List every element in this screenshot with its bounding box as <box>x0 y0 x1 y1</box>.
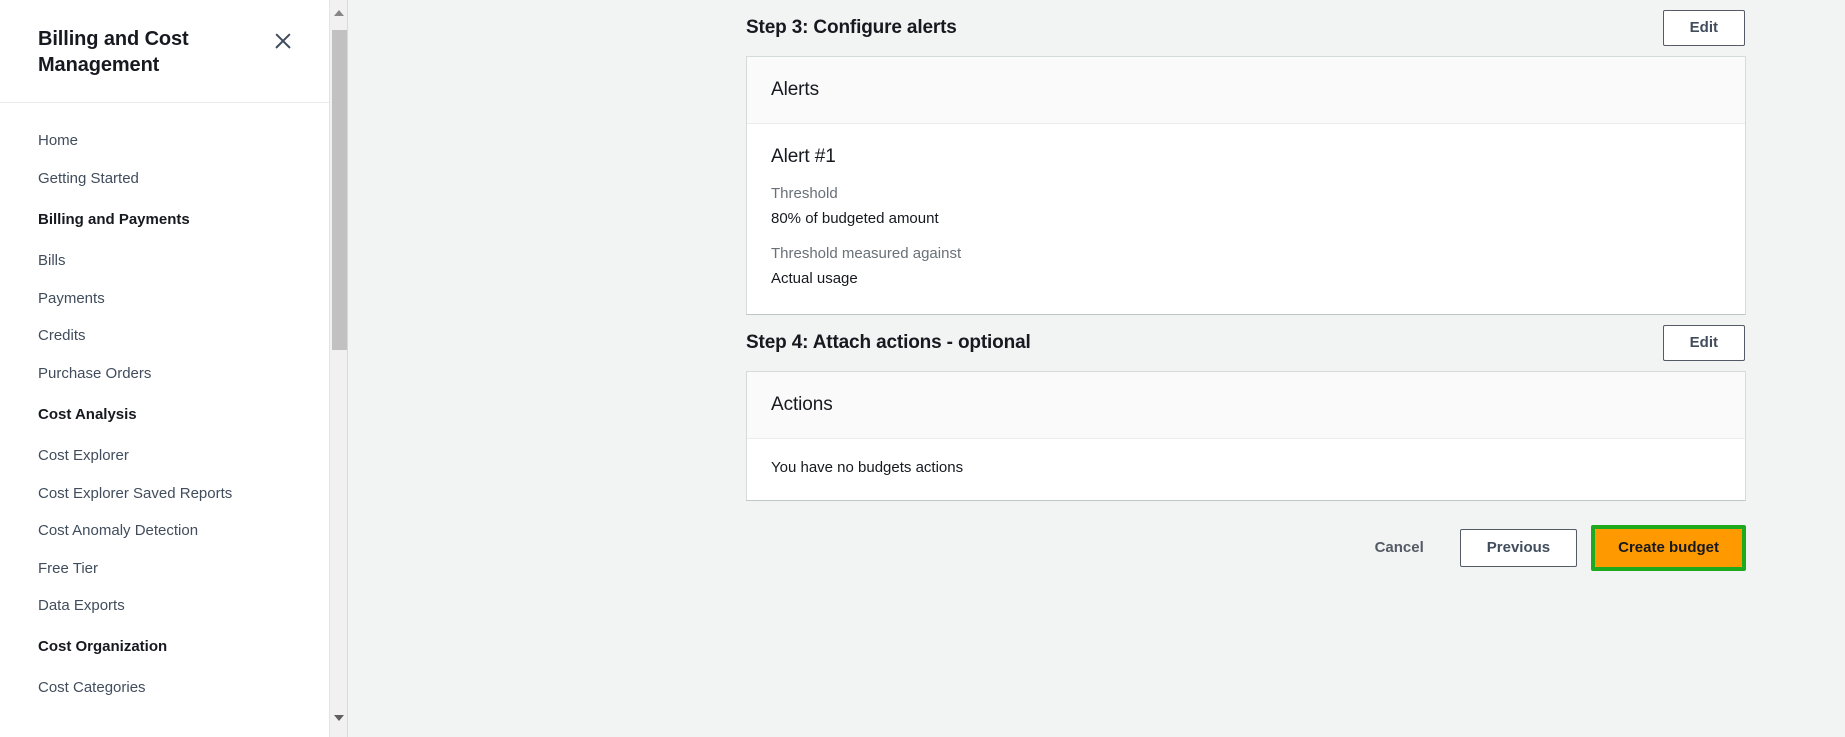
actions-card-title: Actions <box>771 394 833 415</box>
sidebar-item-cost-explorer[interactable]: Cost Explorer <box>0 438 330 476</box>
sidebar-item-home[interactable]: Home <box>0 123 330 161</box>
create-budget-highlight: Create budget <box>1591 525 1746 571</box>
cancel-button[interactable]: Cancel <box>1353 530 1446 566</box>
chevron-down-icon[interactable] <box>330 709 348 727</box>
step-3-title: Step 3: Configure alerts <box>746 17 957 38</box>
sidebar-item-cost-categories[interactable]: Cost Categories <box>0 670 330 708</box>
alerts-card: Alerts Alert #1 Threshold 80% of budgete… <box>746 56 1746 315</box>
sidebar-scrollbar[interactable] <box>329 0 347 737</box>
page-title: Billing and Cost Management <box>38 28 189 76</box>
step-4-edit-button[interactable]: Edit <box>1662 325 1745 361</box>
threshold-value: 80% of budgeted amount <box>771 209 939 227</box>
threshold-label: Threshold <box>771 185 838 202</box>
sidebar-item-purchase-orders[interactable]: Purchase Orders <box>0 355 330 393</box>
sidebar-item-getting-started[interactable]: Getting Started <box>0 161 330 199</box>
step-3-section: Step 3: Configure alerts Edit Alerts Ale… <box>746 0 1746 315</box>
step-3-header: Step 3: Configure alerts Edit <box>746 0 1746 56</box>
step-4-title: Step 4: Attach actions - optional <box>746 332 1031 353</box>
close-icon[interactable] <box>270 28 296 54</box>
actions-card: Actions You have no budgets actions <box>746 371 1746 501</box>
navigation-header: Billing and Cost Management <box>0 0 330 103</box>
step-3-edit-button[interactable]: Edit <box>1662 10 1745 46</box>
wizard-footer-actions: Cancel Previous Create budget <box>746 501 1746 571</box>
alerts-card-title: Alerts <box>771 79 819 100</box>
actions-empty-message: You have no budgets actions <box>771 459 964 476</box>
sidebar-item-cost-explorer-saved-reports[interactable]: Cost Explorer Saved Reports <box>0 475 330 513</box>
wizard-review-column: Step 3: Configure alerts Edit Alerts Ale… <box>746 0 1746 571</box>
alert-name: Alert #1 <box>771 146 836 167</box>
actions-card-header: Actions <box>747 372 1745 439</box>
navigation-drawer: Billing and Cost Management Home Getting… <box>0 0 348 737</box>
main-content: Step 3: Configure alerts Edit Alerts Ale… <box>348 0 1845 737</box>
threshold-measured-field: Threshold measured against Actual usage <box>771 244 1721 288</box>
previous-button[interactable]: Previous <box>1459 529 1578 567</box>
step-4-section: Step 4: Attach actions - optional Edit A… <box>746 315 1746 501</box>
sidebar-item-bills[interactable]: Bills <box>0 243 330 281</box>
navigation-scroll-region: Billing and Cost Management Home Getting… <box>0 0 330 737</box>
create-budget-button[interactable]: Create budget <box>1595 529 1742 567</box>
sidebar-item-cost-anomaly-detection[interactable]: Cost Anomaly Detection <box>0 513 330 551</box>
sidebar-section-cost-analysis: Cost Analysis <box>38 405 137 423</box>
step-4-header: Step 4: Attach actions - optional Edit <box>746 315 1746 371</box>
sidebar-section-cost-organization: Cost Organization <box>38 638 168 656</box>
threshold-field: Threshold 80% of budgeted amount <box>771 184 1721 228</box>
sidebar-item-credits[interactable]: Credits <box>0 318 330 356</box>
sidebar-item-data-exports[interactable]: Data Exports <box>0 588 330 626</box>
sidebar-item-payments[interactable]: Payments <box>0 280 330 318</box>
sidebar-item-free-tier[interactable]: Free Tier <box>0 550 330 588</box>
threshold-measured-value: Actual usage <box>771 269 858 287</box>
app-root: Billing and Cost Management Home Getting… <box>0 0 1845 737</box>
navigation-list: Home Getting Started Billing and Payment… <box>0 103 330 708</box>
alerts-card-body: Alert #1 Threshold 80% of budgeted amoun… <box>747 124 1745 314</box>
chevron-up-icon[interactable] <box>330 4 348 22</box>
alerts-card-header: Alerts <box>747 57 1745 124</box>
sidebar-section-billing-and-payments: Billing and Payments <box>38 211 190 229</box>
scrollbar-thumb[interactable] <box>332 30 347 350</box>
threshold-measured-label: Threshold measured against <box>771 245 962 262</box>
